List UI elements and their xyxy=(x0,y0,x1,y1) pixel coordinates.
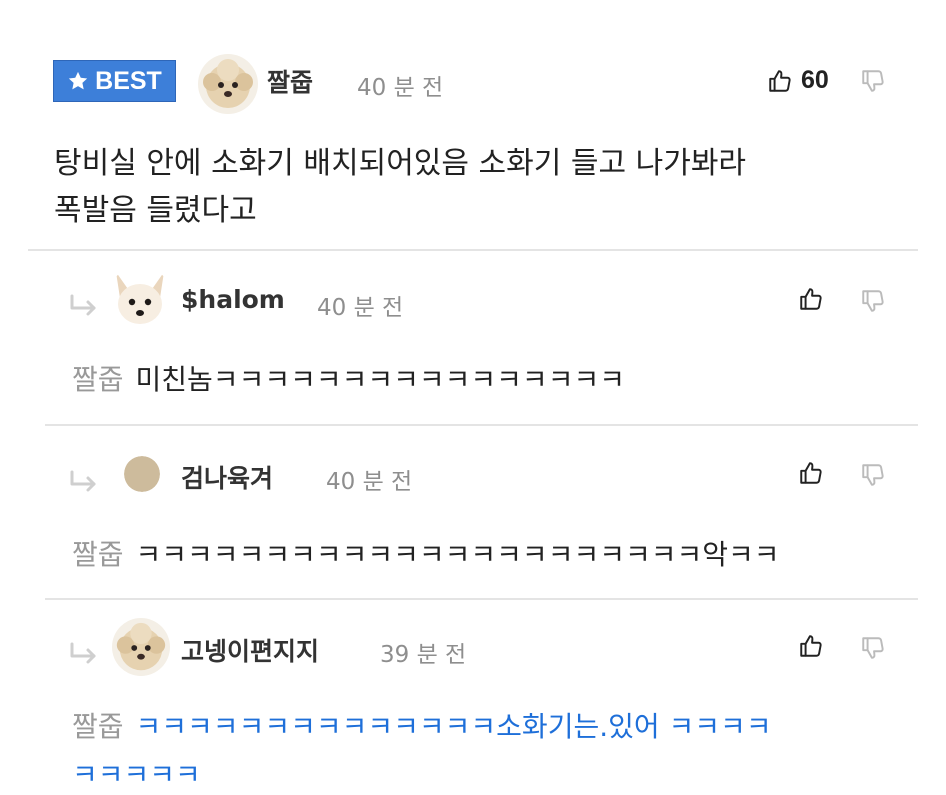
best-badge-label: BEST xyxy=(95,66,162,95)
thumbs-down-icon xyxy=(862,290,884,312)
star-icon xyxy=(68,71,88,90)
author-name[interactable]: 짤줍 xyxy=(267,63,313,99)
dislike-button[interactable] xyxy=(860,288,886,314)
best-comment: BEST 짤줍 40 분 전 60 탕비실 안에 소화기 배치되어있음 소화기 … xyxy=(0,0,946,250)
mention-link[interactable]: 짤줍 xyxy=(72,363,124,396)
reply-comment: $halom 40 분 전 짤줍 미친놈ㅋㅋㅋㅋㅋㅋㅋㅋㅋㅋㅋㅋㅋㅋㅋㅋ xyxy=(0,252,946,424)
thumbs-down-icon xyxy=(862,637,884,659)
comment-text-line: 탕비실 안에 소화기 배치되어있음 소화기 들고 나가봐라 xyxy=(54,146,747,181)
comment-text-body: ㅋㅋㅋㅋㅋㅋㅋㅋㅋㅋㅋㅋㅋㅋㅋㅋㅋㅋㅋㅋㅋㅋ악ㅋㅋ xyxy=(135,538,780,571)
author-name[interactable]: 고넹이편지지 xyxy=(181,632,319,668)
reply-comment: 검나육겨 40 분 전 짤줍 ㅋㅋㅋㅋㅋㅋㅋㅋㅋㅋㅋㅋㅋㅋㅋㅋㅋㅋㅋㅋㅋㅋ악ㅋㅋ xyxy=(0,426,946,598)
thumbs-up-icon xyxy=(800,288,822,310)
comment-text-line: 폭발음 들렸다고 xyxy=(54,193,257,228)
like-button[interactable] xyxy=(798,286,824,312)
reply-arrow-icon xyxy=(68,294,100,320)
dislike-button[interactable] xyxy=(860,68,886,94)
comment-text: 탕비실 안에 소화기 배치되어있음 소화기 들고 나가봐라 폭발음 들렸다고 xyxy=(54,140,914,234)
avatar[interactable] xyxy=(108,266,172,330)
author-name[interactable]: $halom xyxy=(181,285,285,314)
timestamp: 39 분 전 xyxy=(380,642,467,668)
reply-arrow-icon xyxy=(68,642,100,668)
mention-link[interactable]: 짤줍 xyxy=(72,710,124,743)
like-button[interactable]: 60 xyxy=(767,66,829,95)
thumbs-down-icon xyxy=(862,464,884,486)
dislike-button[interactable] xyxy=(860,462,886,488)
like-count: 60 xyxy=(801,66,829,94)
avatar[interactable] xyxy=(198,54,258,114)
like-button[interactable] xyxy=(798,633,824,659)
poodle-avatar-image xyxy=(112,618,170,676)
thumbs-up-icon xyxy=(800,635,822,657)
dog-avatar-image xyxy=(108,266,172,330)
comment-text: 짤줍 ㅋㅋㅋㅋㅋㅋㅋㅋㅋㅋㅋㅋㅋㅋㅋㅋㅋㅋㅋㅋㅋㅋ악ㅋㅋ xyxy=(72,531,902,579)
comment-text-body: 미친놈ㅋㅋㅋㅋㅋㅋㅋㅋㅋㅋㅋㅋㅋㅋㅋㅋ xyxy=(135,363,625,396)
comment-text: 짤줍 ㅋㅋㅋㅋㅋㅋㅋㅋㅋㅋㅋㅋㅋㅋ소화기는.있어 ㅋㅋㅋㅋ ㅋㅋㅋㅋㅋ xyxy=(72,703,912,795)
like-button[interactable] xyxy=(798,460,824,486)
reply-arrow-icon xyxy=(68,470,100,496)
thumbs-down-icon xyxy=(862,70,884,92)
comment-text: 짤줍 미친놈ㅋㅋㅋㅋㅋㅋㅋㅋㅋㅋㅋㅋㅋㅋㅋㅋ xyxy=(72,356,902,404)
comment-text-line: 짤줍 ㅋㅋㅋㅋㅋㅋㅋㅋㅋㅋㅋㅋㅋㅋ소화기는.있어 ㅋㅋㅋㅋ xyxy=(72,703,912,751)
default-avatar-image xyxy=(124,456,160,492)
divider xyxy=(28,249,918,251)
comment-text-line: ㅋㅋㅋㅋㅋ xyxy=(72,758,201,791)
dislike-button[interactable] xyxy=(860,635,886,661)
comment-text-body: ㅋㅋㅋㅋㅋㅋㅋㅋㅋㅋㅋㅋㅋㅋ소화기는.있어 ㅋㅋㅋㅋ xyxy=(135,710,772,743)
avatar[interactable] xyxy=(124,456,160,492)
timestamp: 40 분 전 xyxy=(357,75,444,101)
avatar[interactable] xyxy=(112,618,170,676)
best-badge: BEST xyxy=(53,60,176,102)
timestamp: 40 분 전 xyxy=(317,295,404,321)
reply-comment: 고넹이편지지 39 분 전 짤줍 ㅋㅋㅋㅋㅋㅋㅋㅋㅋㅋㅋㅋㅋㅋ소화기는.있어 ㅋㅋ… xyxy=(0,600,946,795)
timestamp: 40 분 전 xyxy=(326,469,413,495)
mention-link[interactable]: 짤줍 xyxy=(72,538,124,571)
thumbs-up-icon xyxy=(769,69,791,92)
poodle-avatar-image xyxy=(198,54,258,114)
thumbs-up-icon xyxy=(800,462,822,484)
author-name[interactable]: 검나육겨 xyxy=(181,459,273,495)
